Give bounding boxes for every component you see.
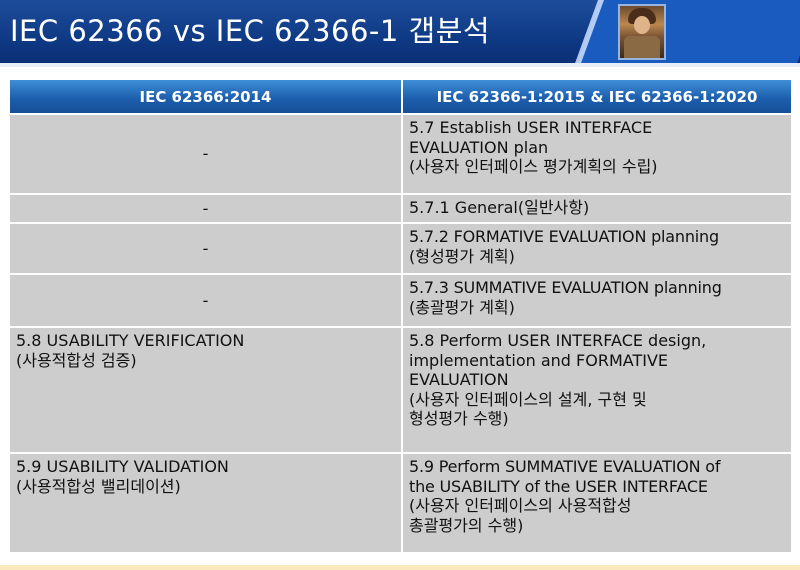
gap-analysis-table: IEC 62366:2014 IEC 62366-1:2015 & IEC 62… [8,78,793,554]
cell-text: - [202,290,209,310]
table-row: - 5.7.1 General(일반사항) [8,193,793,224]
cell-text: (총괄평가 계획) [409,297,515,317]
banner-divider [0,63,800,67]
cell-text: 5.7.3 SUMMATIVE EVALUATION planning [409,278,722,297]
cell-text: - [202,144,209,164]
table-row: - 5.7.3 SUMMATIVE EVALUATION planning (총… [8,273,793,328]
cell-text: EVALUATION [409,370,509,389]
cell-text: 5.8 USABILITY VERIFICATION [16,331,245,350]
footer-accent [0,565,800,570]
table-row: 5.8 USABILITY VERIFICATION (사용적합성 검증) 5.… [8,326,793,454]
cell-text: (사용자 인터페이스 평가계획의 수립) [409,157,658,176]
left-cell: 5.8 USABILITY VERIFICATION (사용적합성 검증) [8,326,403,454]
title-banner: IEC 62366 vs IEC 62366-1 갭분석 [0,0,800,63]
cell-text: 5.7 Establish USER INTERFACE [409,118,653,137]
portrait-armor [624,36,660,58]
cell-text: 총괄평가의 수행) [409,515,524,535]
column-header-iec-62366-1: IEC 62366-1:2015 & IEC 62366-1:2020 [401,78,793,115]
left-cell: - [8,222,403,275]
cell-text: 5.7.2 FORMATIVE EVALUATION planning [409,227,719,246]
right-cell: 5.8 Perform USER INTERFACE design, imple… [401,326,793,454]
cell-text: (사용자 인터페이스의 설계, 구현 및 [409,389,647,409]
table-row: 5.9 USABILITY VALIDATION (사용적합성 밸리데이션) 5… [8,452,793,554]
right-cell: 5.7.1 General(일반사항) [401,193,793,224]
cell-text: the USABILITY of the USER INTERFACE [409,476,708,496]
right-cell: 5.7.3 SUMMATIVE EVALUATION planning (총괄평… [401,273,793,328]
right-cell: 5.9 Perform SUMMATIVE EVALUATION of the … [401,452,793,554]
cell-text: - [202,198,209,218]
cell-text: EVALUATION plan [409,137,549,157]
cell-text: 5.9 Perform SUMMATIVE EVALUATION of [409,457,721,476]
cell-text: 형성평가 수행) [409,409,509,428]
cell-text: implementation and FORMATIVE [409,350,669,370]
cell-text: 5.8 Perform USER INTERFACE design, [409,331,707,350]
page-title: IEC 62366 vs IEC 62366-1 갭분석 [10,14,491,48]
left-cell: - [8,193,403,224]
left-cell: - [8,273,403,328]
cell-text: 5.7.1 General(일반사항) [409,198,590,217]
left-cell: 5.9 USABILITY VALIDATION (사용적합성 밸리데이션) [8,452,403,554]
column-header-iec-62366-2014: IEC 62366:2014 [8,78,403,115]
right-cell: 5.7.2 FORMATIVE EVALUATION planning (형성평… [401,222,793,275]
cell-text: (사용적합성 검증) [16,350,137,370]
portrait-face [634,16,650,34]
cell-text: 5.9 USABILITY VALIDATION [16,457,229,476]
table-header-row: IEC 62366:2014 IEC 62366-1:2015 & IEC 62… [8,78,793,115]
cell-text: - [202,238,209,258]
banner-accent-stripe [577,0,800,63]
left-cell: - [8,113,403,195]
character-portrait-image [618,4,666,60]
table-row: - 5.7 Establish USER INTERFACE EVALUATIO… [8,113,793,195]
right-cell: 5.7 Establish USER INTERFACE EVALUATION … [401,113,793,195]
cell-text: (사용적합성 밸리데이션) [16,476,181,496]
table-row: - 5.7.2 FORMATIVE EVALUATION planning (형… [8,222,793,275]
cell-text: (형성평가 계획) [409,246,515,266]
cell-text: (사용자 인터페이스의 사용적합성 [409,496,632,515]
